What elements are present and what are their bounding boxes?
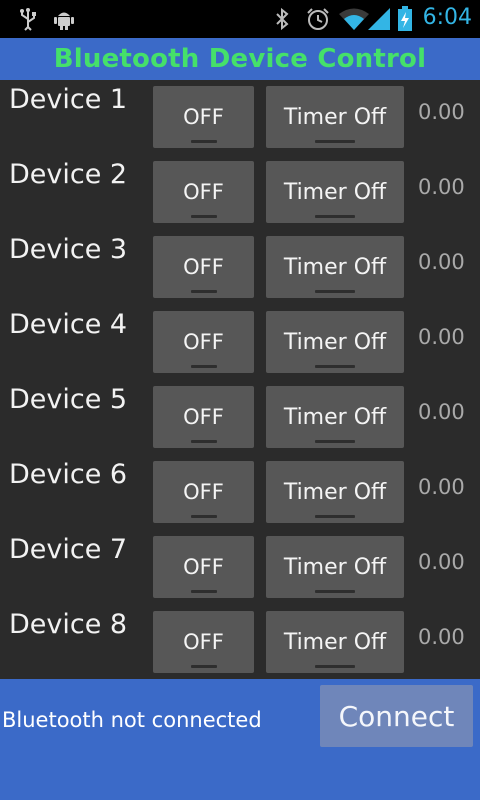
device-row-1: Device 1 OFF Timer Off 0.00 [0,80,480,155]
button-indicator [315,140,355,143]
alarm-icon [305,7,331,31]
toggle-label: OFF [183,480,224,504]
device-7-value: 0.00 [418,550,465,574]
device-label: Device 7 [9,534,128,565]
toggle-label: OFF [183,255,224,279]
device-7-toggle-button[interactable]: OFF [153,536,254,598]
toggle-label: OFF [183,630,224,654]
device-1-toggle-button[interactable]: OFF [153,86,254,148]
device-row-6: Device 6 OFF Timer Off 0.00 [0,455,480,530]
button-indicator [315,215,355,218]
button-indicator [315,515,355,518]
device-row-7: Device 7 OFF Timer Off 0.00 [0,530,480,605]
device-label: Device 6 [9,459,128,490]
device-8-value: 0.00 [418,625,465,649]
button-indicator [315,665,355,668]
device-7-timer-button[interactable]: Timer Off [266,536,404,598]
device-2-timer-button[interactable]: Timer Off [266,161,404,223]
button-indicator [315,365,355,368]
button-indicator [190,140,217,143]
device-4-timer-button[interactable]: Timer Off [266,311,404,373]
device-4-value: 0.00 [418,325,465,349]
device-4-toggle-button[interactable]: OFF [153,311,254,373]
device-2-value: 0.00 [418,175,465,199]
button-indicator [190,215,217,218]
device-6-timer-button[interactable]: Timer Off [266,461,404,523]
timer-label: Timer Off [283,179,387,205]
device-8-timer-button[interactable]: Timer Off [266,611,404,673]
device-label: Device 4 [9,309,128,340]
button-indicator [190,665,217,668]
page-title: Bluetooth Device Control [53,44,427,74]
device-row-4: Device 4 OFF Timer Off 0.00 [0,305,480,380]
device-3-toggle-button[interactable]: OFF [153,236,254,298]
button-indicator [190,440,217,443]
signal-icon [366,7,392,31]
button-indicator [315,440,355,443]
timer-label: Timer Off [283,254,387,280]
timer-label: Timer Off [283,329,387,355]
button-indicator [315,590,355,593]
device-label: Device 5 [9,384,128,415]
clock-time: 6:04 [422,5,472,30]
button-indicator [315,290,355,293]
device-3-value: 0.00 [418,250,465,274]
device-6-value: 0.00 [418,475,465,499]
timer-label: Timer Off [283,554,387,580]
device-6-toggle-button[interactable]: OFF [153,461,254,523]
toggle-label: OFF [183,330,224,354]
usb-icon [18,7,38,31]
device-row-8: Device 8 OFF Timer Off 0.00 [0,605,480,680]
device-5-value: 0.00 [418,400,465,424]
toggle-label: OFF [183,180,224,204]
device-1-value: 0.00 [418,100,465,124]
device-3-timer-button[interactable]: Timer Off [266,236,404,298]
android-debug-icon [52,7,76,31]
device-label: Device 8 [9,609,128,640]
device-row-2: Device 2 OFF Timer Off 0.00 [0,155,480,230]
timer-label: Timer Off [283,404,387,430]
battery-charging-icon [396,6,414,31]
device-label: Device 1 [9,84,128,115]
connect-button[interactable]: Connect [320,685,473,747]
bluetooth-status-text: Bluetooth not connected [2,708,262,732]
bottom-bar: Bluetooth not connected Connect [0,679,480,800]
toggle-label: OFF [183,555,224,579]
timer-label: Timer Off [283,629,387,655]
button-indicator [190,290,217,293]
device-row-3: Device 3 OFF Timer Off 0.00 [0,230,480,305]
toggle-label: OFF [183,105,224,129]
device-2-toggle-button[interactable]: OFF [153,161,254,223]
title-bar: Bluetooth Device Control [0,38,480,80]
button-indicator [190,590,217,593]
button-indicator [190,365,217,368]
device-label: Device 3 [9,234,128,265]
device-1-timer-button[interactable]: Timer Off [266,86,404,148]
device-5-timer-button[interactable]: Timer Off [266,386,404,448]
timer-label: Timer Off [283,479,387,505]
status-bar: 6:04 [0,0,480,38]
button-indicator [190,515,217,518]
device-list: Device 1 OFF Timer Off 0.00 Device 2 OFF… [0,80,480,679]
device-8-toggle-button[interactable]: OFF [153,611,254,673]
device-label: Device 2 [9,159,128,190]
device-5-toggle-button[interactable]: OFF [153,386,254,448]
timer-label: Timer Off [283,104,387,130]
toggle-label: OFF [183,405,224,429]
device-row-5: Device 5 OFF Timer Off 0.00 [0,380,480,455]
bluetooth-icon [272,7,292,31]
